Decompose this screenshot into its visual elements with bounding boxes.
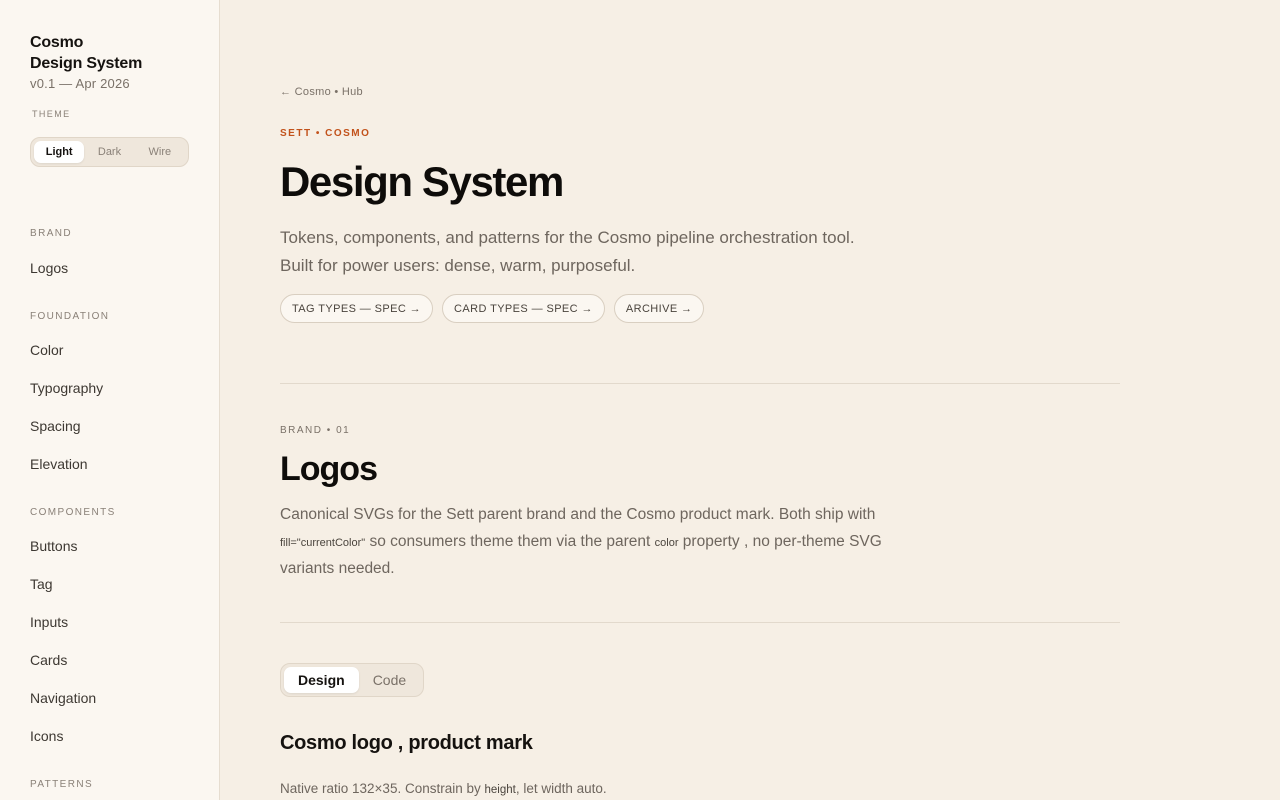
- brand-title: Cosmo Design System: [30, 32, 189, 74]
- section-desc-text-1: Canonical SVGs for the Sett parent brand…: [280, 506, 876, 523]
- theme-option-dark[interactable]: Dark: [84, 141, 134, 163]
- subsection-desc-text-2: , let width auto.: [515, 781, 607, 796]
- page-lede-line1: Tokens, components, and patterns for the…: [280, 228, 855, 247]
- version-label: v0.1 — Apr 2026: [30, 76, 130, 91]
- section-description: Canonical SVGs for the Sett parent brand…: [280, 502, 920, 583]
- page-lede: Tokens, components, and patterns for the…: [280, 224, 920, 280]
- page-title: Design System: [280, 158, 564, 205]
- page-lede-line2: Built for power users: dense, warm, purp…: [280, 256, 636, 275]
- theme-option-light[interactable]: Light: [34, 141, 85, 163]
- sidebar-item-color[interactable]: Color: [30, 342, 63, 358]
- brand-title-line1: Cosmo: [30, 34, 84, 51]
- sidebar-item-buttons[interactable]: Buttons: [30, 538, 77, 554]
- sidebar-item-logos[interactable]: Logos: [30, 260, 68, 276]
- tab-code[interactable]: Code: [359, 667, 420, 693]
- sidebar-item-typography[interactable]: Typography: [30, 380, 103, 396]
- code-fill-current-color: fill="currentColor": [280, 536, 366, 549]
- sidebar-item-elevation[interactable]: Elevation: [30, 456, 88, 472]
- back-link[interactable]: ← Cosmo • Hub: [280, 86, 363, 98]
- code-height: height: [484, 784, 516, 796]
- sidebar-item-icons[interactable]: Icons: [30, 728, 63, 744]
- tab-design[interactable]: Design: [284, 667, 359, 693]
- nav-group-patterns: PATTERNS: [30, 779, 94, 790]
- subsection-desc-text-1: Native ratio 132×35. Constrain by: [280, 781, 485, 796]
- section-title: Logos: [280, 450, 378, 488]
- sidebar-item-inputs[interactable]: Inputs: [30, 614, 68, 630]
- section-eyebrow: BRAND • 01: [280, 425, 351, 436]
- sidebar-item-navigation[interactable]: Navigation: [30, 690, 96, 706]
- section-desc-text-2: so consumers theme them via the parent: [365, 532, 655, 550]
- section-divider: [280, 383, 1120, 384]
- section-divider-2: [280, 622, 1120, 623]
- page-eyebrow: SETT • COSMO: [280, 128, 371, 139]
- sidebar-item-cards[interactable]: Cards: [30, 652, 67, 668]
- spec-links: TAG TYPES — SPEC → CARD TYPES — SPEC → A…: [280, 294, 705, 323]
- subsection-title: Cosmo logo , product mark: [280, 732, 533, 754]
- theme-switcher: Light Dark Wire: [30, 137, 189, 167]
- sidebar-item-tag[interactable]: Tag: [30, 576, 53, 592]
- nav-group-foundation: FOUNDATION: [30, 311, 110, 322]
- view-tabs: Design Code: [280, 663, 424, 697]
- code-color: color: [654, 536, 679, 549]
- nav-group-brand: BRAND: [30, 228, 73, 239]
- subsection-description: Native ratio 132×35. Constrain by height…: [280, 781, 607, 796]
- theme-label: THEME: [32, 109, 71, 119]
- tag-types-spec-link[interactable]: TAG TYPES — SPEC →: [280, 294, 434, 323]
- brand-title-line2: Design System: [30, 55, 143, 72]
- card-types-spec-link[interactable]: CARD TYPES — SPEC →: [442, 294, 605, 323]
- theme-option-wire[interactable]: Wire: [135, 141, 185, 163]
- archive-link[interactable]: ARCHIVE →: [613, 294, 705, 323]
- sidebar-item-spacing[interactable]: Spacing: [30, 418, 81, 434]
- nav-group-components: COMPONENTS: [30, 507, 116, 518]
- sidebar: Cosmo Design System v0.1 — Apr 2026 THEM…: [0, 0, 220, 800]
